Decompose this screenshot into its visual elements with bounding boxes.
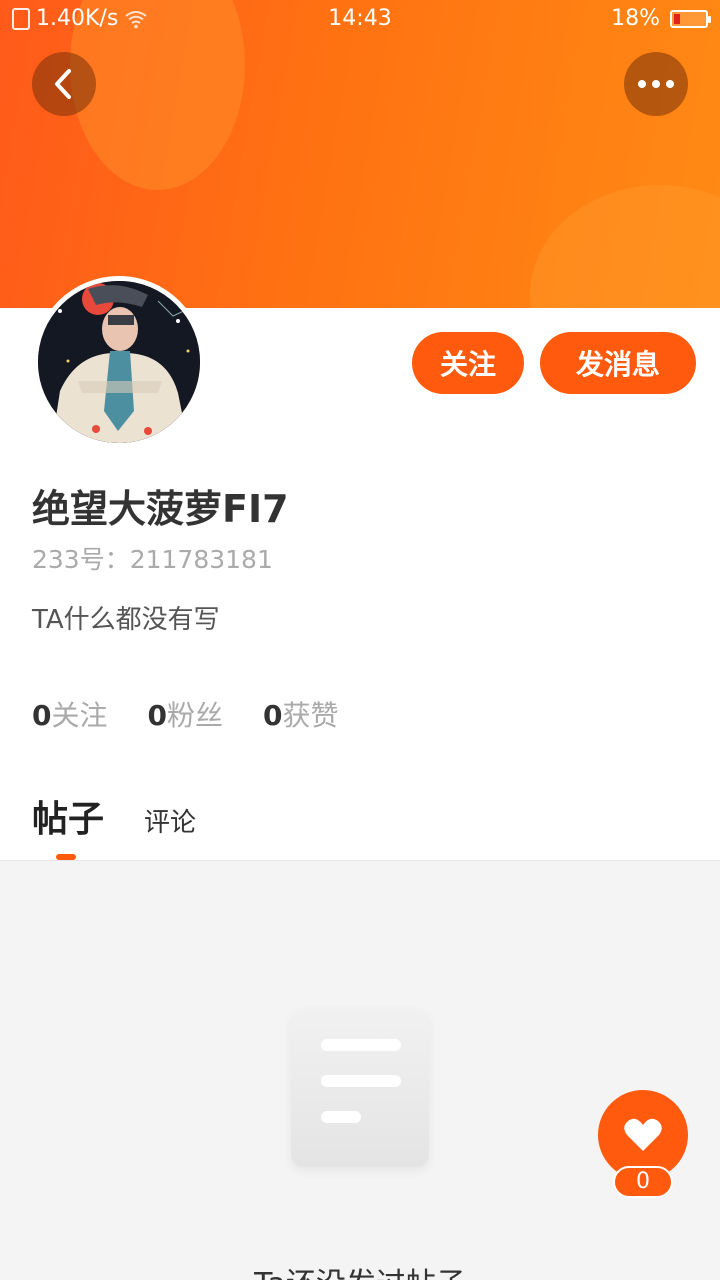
posts-content: Ta还没发过帖子 <box>0 860 720 1280</box>
username: 绝望大菠萝FI7 <box>32 487 289 531</box>
tab-comments[interactable]: 评论 <box>144 802 196 839</box>
user-id: 233号：211783181 <box>32 545 273 574</box>
status-bar: 1.40K/s 14:43 18% <box>0 0 720 38</box>
tab-posts[interactable]: 帖子 <box>32 790 104 842</box>
profile-tabs: 帖子 评论 <box>32 790 196 842</box>
empty-state-text: Ta还没发过帖子 <box>0 1259 720 1280</box>
user-bio: TA什么都没有写 <box>32 605 220 635</box>
battery-icon <box>670 9 711 28</box>
like-count: 0 <box>613 1166 673 1198</box>
avatar[interactable] <box>33 276 205 448</box>
stat-number: 0 <box>32 699 52 732</box>
back-button[interactable] <box>32 52 96 116</box>
banner-decoration <box>530 185 720 308</box>
stat-following[interactable]: 0关注 <box>32 694 108 734</box>
heart-icon <box>624 1118 662 1151</box>
avatar-image <box>38 281 200 443</box>
stat-likes[interactable]: 0获赞 <box>263 694 339 734</box>
profile-stats: 0关注 0粉丝 0获赞 <box>32 694 339 734</box>
empty-document-icon <box>291 1009 429 1167</box>
stat-followers[interactable]: 0粉丝 <box>148 694 224 734</box>
stat-number: 0 <box>263 699 283 732</box>
more-options-button[interactable] <box>624 52 688 116</box>
more-dots-icon <box>638 80 674 88</box>
stat-label: 粉丝 <box>166 699 223 732</box>
follow-button[interactable]: 关注 <box>412 332 524 394</box>
stat-label: 关注 <box>51 699 108 732</box>
chevron-left-icon <box>55 69 71 99</box>
profile-banner <box>0 0 720 308</box>
stat-label: 获赞 <box>282 699 339 732</box>
stat-number: 0 <box>147 699 167 732</box>
send-message-button[interactable]: 发消息 <box>540 332 696 394</box>
battery-percent: 18% <box>611 6 660 31</box>
